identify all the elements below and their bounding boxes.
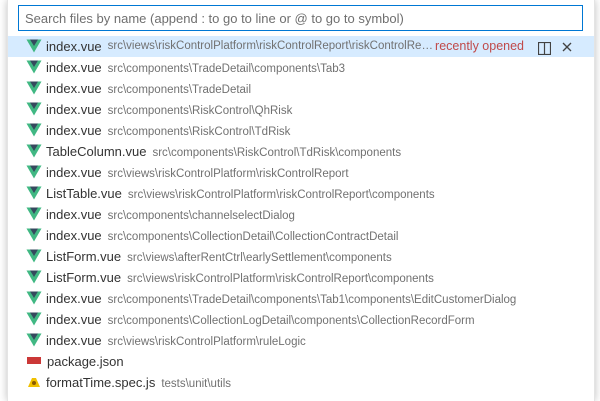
file-name: index.vue	[46, 165, 102, 180]
file-results-list: index.vue src\views\riskControlPlatform\r…	[8, 36, 594, 393]
vue-icon	[26, 332, 42, 347]
file-path: src\views\riskControlPlatform\riskContro…	[107, 168, 349, 180]
list-item[interactable]: ListForm.vue src\views\afterRentCtrl\earl…	[8, 246, 594, 267]
list-item[interactable]: index.vue src\components\RiskControl\TdRi…	[8, 120, 594, 141]
file-name: ListForm.vue	[46, 270, 122, 285]
vue-icon	[26, 248, 42, 263]
file-path: src\components\channelselectDialog	[107, 210, 295, 222]
vue-icon	[26, 38, 42, 53]
file-name: ListForm.vue	[46, 249, 122, 264]
vue-icon	[26, 311, 42, 326]
list-item[interactable]: index.vue src\components\CollectionLogDet…	[8, 309, 594, 330]
list-item[interactable]: index.vue src\components\RiskControl\QhRi…	[8, 99, 594, 120]
vue-icon	[26, 290, 42, 305]
npm-icon	[27, 357, 41, 364]
file-name: ListTable.vue	[46, 186, 122, 201]
file-path: src\views\riskControlPlatform\riskContro…	[127, 189, 435, 201]
recently-opened-label: recently opened	[435, 39, 524, 53]
file-name: index.vue	[46, 312, 102, 327]
file-path: src\components\RiskControl\TdRisk	[107, 126, 291, 138]
file-path: src\components\CollectionDetail\Collecti…	[107, 231, 399, 243]
list-item-selected[interactable]: index.vue src\views\riskControlPlatform\r…	[8, 36, 594, 57]
file-name: index.vue	[46, 291, 102, 306]
vue-icon	[26, 269, 42, 284]
list-item[interactable]: index.vue src\components\TradeDetail	[8, 78, 594, 99]
file-path: src\views\riskControlPlatform\riskContro…	[127, 273, 434, 285]
file-name: formatTime.spec.js	[46, 375, 156, 390]
quick-open-palette: index.vue src\views\riskControlPlatform\r…	[7, 0, 595, 401]
file-name: package.json	[47, 354, 124, 369]
file-name: index.vue	[46, 333, 102, 348]
list-item[interactable]: index.vue src\components\TradeDetail\comp…	[8, 57, 594, 78]
search-box	[18, 5, 583, 31]
file-path: src\components\RiskControl\TdRisk\compon…	[152, 147, 402, 159]
file-path: tests\unit\utils	[161, 378, 231, 390]
file-path: src\components\TradeDetail\components\Ta…	[107, 294, 517, 306]
open-to-side-icon[interactable]	[537, 40, 552, 56]
file-name: index.vue	[46, 39, 102, 54]
file-path: src\views\riskControlPlatform\riskContro…	[107, 40, 434, 52]
vue-icon	[26, 185, 42, 200]
file-path: src\components\TradeDetail\components\Ta…	[107, 63, 346, 75]
file-path: src\views\riskControlPlatform\ruleLogic	[107, 336, 306, 348]
remove-from-history-icon[interactable]	[560, 39, 574, 53]
list-item[interactable]: TableColumn.vue src\components\RiskContro…	[8, 141, 594, 162]
list-item[interactable]: formatTime.spec.js tests\unit\utils	[8, 372, 594, 393]
file-path: src\components\CollectionLogDetail\compo…	[107, 315, 475, 327]
search-input[interactable]	[18, 5, 583, 31]
list-item[interactable]: index.vue src\components\channelselectDia…	[8, 204, 594, 225]
list-item[interactable]: ListForm.vue src\views\riskControlPlatfor…	[8, 267, 594, 288]
vue-icon	[26, 101, 42, 116]
file-path: src\components\TradeDetail	[107, 84, 252, 96]
list-item[interactable]: index.vue src\components\TradeDetail\comp…	[8, 288, 594, 309]
file-name: TableColumn.vue	[46, 144, 147, 159]
list-item[interactable]: ListTable.vue src\views\riskControlPlatfo…	[8, 183, 594, 204]
vue-icon	[26, 227, 42, 242]
list-item[interactable]: index.vue src\views\riskControlPlatform\r…	[8, 330, 594, 351]
vue-icon	[26, 59, 42, 74]
js-test-icon	[26, 374, 42, 388]
file-name: index.vue	[46, 207, 102, 222]
vue-icon	[26, 80, 42, 95]
file-path: src\views\afterRentCtrl\earlySettlement\…	[127, 252, 392, 264]
list-item[interactable]: package.json	[8, 351, 594, 372]
file-name: index.vue	[46, 102, 102, 117]
file-name: index.vue	[46, 123, 102, 138]
list-item[interactable]: index.vue src\components\CollectionDetail…	[8, 225, 594, 246]
file-path: src\components\RiskControl\QhRisk	[107, 105, 293, 117]
vue-icon	[26, 143, 42, 158]
file-name: index.vue	[46, 228, 102, 243]
list-item[interactable]: index.vue src\views\riskControlPlatform\r…	[8, 162, 594, 183]
vue-icon	[26, 164, 42, 179]
vue-icon	[26, 206, 42, 221]
vue-icon	[26, 122, 42, 137]
file-name: index.vue	[46, 60, 102, 75]
file-name: index.vue	[46, 81, 102, 96]
